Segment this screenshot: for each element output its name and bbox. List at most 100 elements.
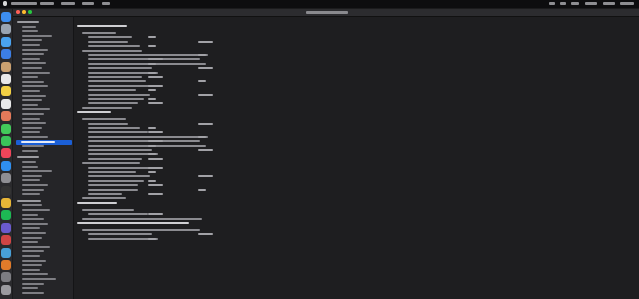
info-row (88, 79, 288, 83)
info-row (82, 196, 282, 200)
calendar-icon[interactable] (1, 74, 11, 84)
info-row (88, 139, 288, 143)
info-key (88, 131, 148, 134)
sidebar-item-label (22, 188, 44, 191)
sidebar-item-label (22, 48, 48, 51)
facetime-icon[interactable] (1, 136, 11, 146)
info-value (198, 175, 213, 178)
sidebar-item-label (22, 145, 44, 148)
status-item[interactable] (571, 2, 579, 5)
app-icon[interactable] (1, 222, 11, 233)
info-value (148, 171, 156, 173)
status-item[interactable] (603, 2, 615, 5)
info-key (88, 102, 138, 105)
info-key (82, 208, 134, 211)
chrome-icon[interactable] (1, 198, 11, 208)
info-value (148, 71, 156, 74)
sidebar-item[interactable] (16, 139, 72, 145)
safari-icon[interactable] (1, 36, 11, 47)
sidebar-item-label (22, 250, 44, 253)
system-information-window (13, 9, 639, 299)
terminal-icon[interactable] (1, 185, 11, 196)
info-row (88, 212, 288, 216)
status-item[interactable] (585, 2, 597, 5)
app-icon[interactable] (1, 247, 11, 258)
info-value (198, 135, 206, 138)
section-heading (77, 201, 277, 205)
sidebar-item-label (22, 255, 40, 257)
appstore-icon[interactable] (1, 160, 11, 171)
info-row (88, 188, 288, 192)
notes-icon[interactable] (1, 86, 11, 97)
info-row (88, 93, 288, 97)
info-row (88, 97, 288, 101)
trash-icon[interactable] (1, 284, 11, 295)
apple-icon[interactable] (3, 1, 7, 6)
minimize-button[interactable] (22, 10, 26, 14)
reminders-icon[interactable] (1, 98, 11, 109)
info-row (88, 101, 288, 105)
app-icon[interactable] (1, 272, 11, 283)
status-item[interactable] (560, 2, 566, 5)
info-row (88, 122, 288, 126)
info-value (148, 89, 156, 92)
sidebar-item-label (22, 236, 42, 239)
close-button[interactable] (16, 10, 20, 14)
sidebar-item-label (22, 90, 40, 92)
info-value (148, 179, 156, 182)
info-value (148, 102, 163, 105)
app-icon[interactable] (1, 260, 11, 270)
sidebar-item-label (22, 218, 44, 221)
finder-icon[interactable] (1, 12, 11, 22)
music-icon[interactable] (1, 148, 11, 159)
menu-item[interactable] (40, 2, 54, 5)
photos-icon[interactable] (1, 111, 11, 122)
sidebar-item-label (22, 85, 48, 88)
info-row (88, 152, 288, 156)
menu-item[interactable] (61, 2, 75, 5)
sidebar-item-label (22, 53, 44, 56)
info-key (88, 135, 208, 138)
window-title (306, 11, 348, 14)
info-value (198, 122, 213, 125)
settings-icon[interactable] (1, 173, 11, 184)
info-key (88, 184, 138, 187)
info-key (82, 217, 202, 220)
info-row (88, 144, 288, 148)
info-row (88, 174, 288, 178)
status-item[interactable] (620, 2, 634, 5)
info-value (148, 36, 156, 39)
menu-item[interactable] (82, 2, 94, 5)
sidebar-item-label (22, 264, 42, 267)
zoom-button[interactable] (28, 10, 32, 14)
info-key (88, 179, 144, 182)
sidebar-item-label (22, 57, 40, 60)
sidebar-item-label (22, 161, 36, 163)
info-row (88, 88, 288, 92)
sidebar-item-label (22, 245, 50, 248)
sidebar-item-label (22, 232, 46, 234)
info-value (148, 140, 163, 143)
status-item[interactable] (549, 2, 555, 5)
info-value (148, 84, 163, 87)
menu-item[interactable] (11, 2, 37, 5)
info-row (88, 148, 288, 152)
app-icon[interactable] (1, 235, 11, 246)
mail-icon[interactable] (1, 49, 11, 60)
info-value (148, 127, 156, 129)
info-key (82, 229, 200, 231)
sidebar-item-label (22, 30, 38, 33)
menu-item[interactable] (102, 2, 110, 5)
info-row (88, 66, 288, 70)
info-key (88, 140, 200, 143)
spotify-icon[interactable] (1, 210, 11, 221)
info-value (148, 153, 156, 156)
sidebar-item-label (22, 170, 52, 173)
launchpad-icon[interactable] (1, 24, 11, 35)
contacts-icon[interactable] (1, 61, 11, 72)
info-row (88, 62, 288, 66)
messages-icon[interactable] (1, 123, 11, 134)
info-key (88, 45, 140, 48)
info-key (82, 197, 126, 200)
info-value (198, 233, 213, 236)
